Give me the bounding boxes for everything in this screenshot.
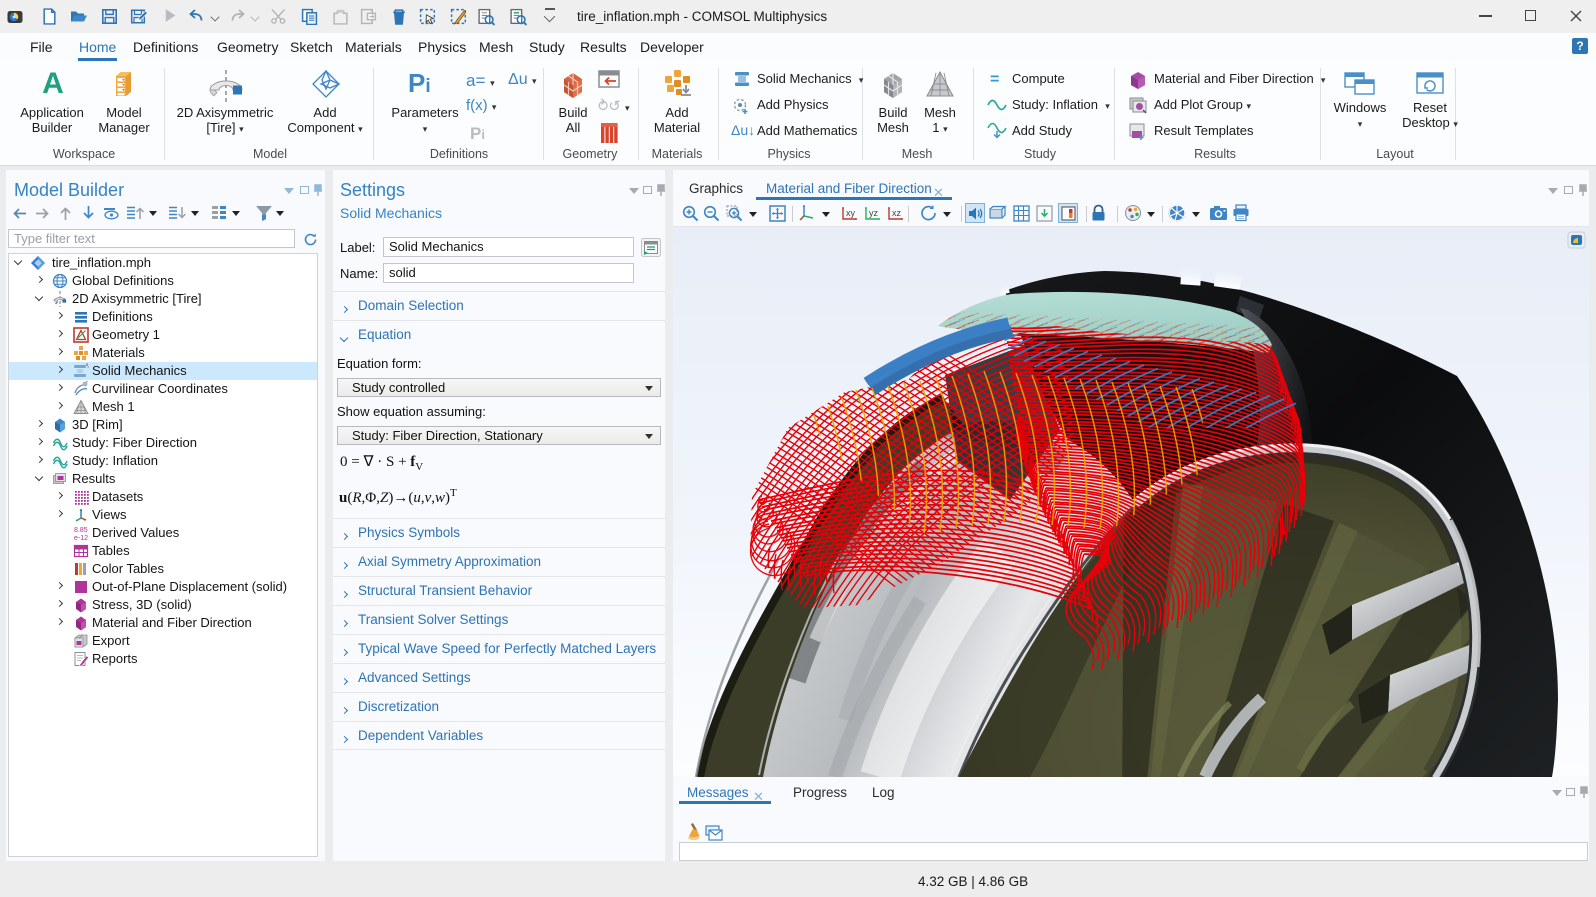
svg-text:e-12: e-12 — [74, 535, 88, 541]
svg-text:xz: xz — [892, 208, 902, 218]
svg-text:yz: yz — [869, 208, 879, 218]
svg-text:xy: xy — [846, 208, 856, 218]
svg-text:8.85: 8.85 — [74, 527, 88, 534]
